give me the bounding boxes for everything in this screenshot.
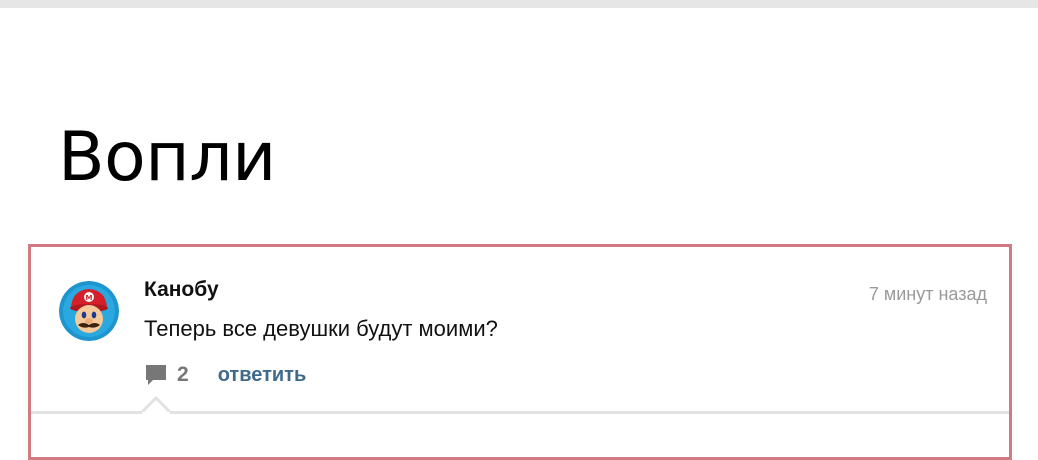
svg-text:M: M <box>86 294 93 302</box>
divider-notch <box>142 395 170 415</box>
top-strip <box>0 0 1038 8</box>
comment-card: M Канобу 7 минут назад Теперь все девушк… <box>28 244 1012 460</box>
comment-timestamp: 7 минут назад <box>868 284 987 304</box>
comment-author[interactable]: Канобу <box>144 277 219 303</box>
replies-button[interactable]: 2 <box>144 362 189 388</box>
comment-divider <box>31 411 1009 414</box>
reply-button[interactable]: ответить <box>218 362 307 388</box>
comment-actions: 2 ответить <box>144 361 306 389</box>
speech-bubble-icon <box>146 365 166 385</box>
page-title: Вопли <box>58 118 276 197</box>
author-avatar[interactable]: M <box>59 281 119 341</box>
mario-avatar-icon: M <box>59 281 119 341</box>
reply-count: 2 <box>177 363 189 386</box>
comment-text: Теперь все девушки будут моими? <box>144 316 498 341</box>
